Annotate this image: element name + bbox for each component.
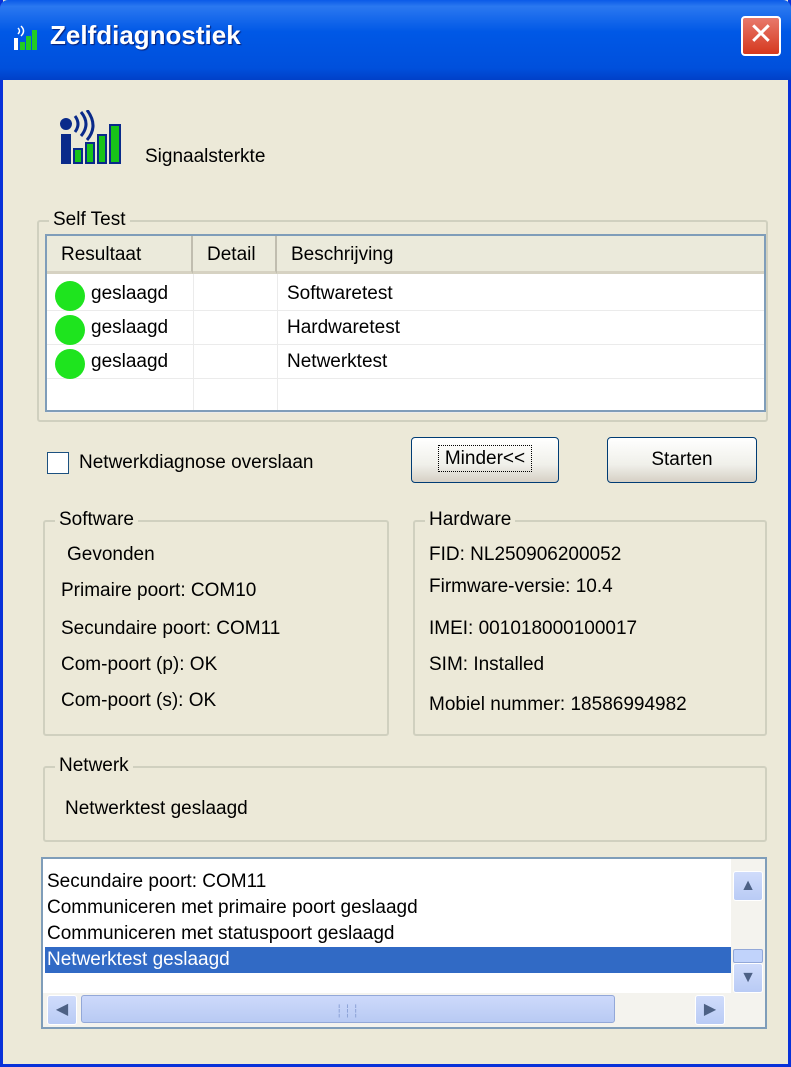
network-legend: Netwerk xyxy=(55,755,133,777)
com-port-primary-status: Com-poort (p): OK xyxy=(61,654,218,675)
network-status: Netwerktest geslaagd xyxy=(65,798,248,819)
log-line[interactable]: Communiceren met primaire poort geslaagd xyxy=(47,895,418,921)
close-button[interactable]: ✕ xyxy=(741,16,781,56)
log-listbox[interactable]: Secundaire poort: COM11 Communiceren met… xyxy=(41,857,767,1029)
secondary-port: Secundaire poort: COM11 xyxy=(61,618,281,639)
log-line-selected[interactable]: Netwerktest geslaagd xyxy=(45,947,731,973)
pass-status-icon xyxy=(55,349,85,379)
skip-network-checkbox[interactable] xyxy=(47,452,69,474)
imei-value: IMEI: 001018000100017 xyxy=(429,618,638,639)
table-row[interactable]: geslaagd Netwerktest xyxy=(47,345,764,379)
software-status: Gevonden xyxy=(67,544,155,565)
com-port-secondary-status: Com-poort (s): OK xyxy=(61,690,217,711)
self-test-legend: Self Test xyxy=(49,209,130,231)
hardware-legend: Hardware xyxy=(425,509,516,531)
signal-label: Signaalsterkte xyxy=(145,146,266,167)
column-header-description[interactable]: Beschrijving xyxy=(277,236,764,274)
firmware-version: Firmware-versie: 10.4 xyxy=(429,576,613,597)
result-cell: geslaagd xyxy=(91,283,169,304)
primary-port: Primaire poort: COM10 xyxy=(61,580,257,601)
grip-icon: ┆┆┆ xyxy=(335,1004,361,1018)
self-test-table[interactable]: Resultaat Detail Beschrijving geslaagd S… xyxy=(45,234,766,413)
diagnostics-window: Zelfdiagnostiek ✕ Signaalsterkte Self Te… xyxy=(0,0,791,1067)
vertical-scroll-thumb[interactable] xyxy=(733,949,763,963)
description-cell: Netwerktest xyxy=(287,351,388,372)
sim-status: SIM: Installed xyxy=(429,654,545,675)
table-row[interactable]: geslaagd Hardwaretest xyxy=(47,311,764,345)
column-header-result[interactable]: Resultaat xyxy=(47,236,193,274)
scroll-left-icon[interactable]: ◀ xyxy=(47,995,77,1025)
less-button[interactable]: Minder<< xyxy=(411,437,559,483)
start-button[interactable]: Starten xyxy=(607,437,757,483)
vertical-scrollbar[interactable]: ▲ ▼ xyxy=(731,859,765,995)
less-button-label: Minder<< xyxy=(437,445,533,472)
scroll-right-icon[interactable]: ▶ xyxy=(695,995,725,1025)
result-cell: geslaagd xyxy=(91,317,169,338)
description-cell: Hardwaretest xyxy=(287,317,400,338)
horizontal-scrollbar[interactable]: ◀ ┆┆┆ ▶ xyxy=(43,993,765,1027)
description-cell: Softwaretest xyxy=(287,283,393,304)
signal-strength-icon xyxy=(60,110,121,164)
table-row xyxy=(47,379,764,413)
pass-status-icon xyxy=(55,315,85,345)
signal-strength-icon xyxy=(14,25,37,50)
skip-network-label[interactable]: Netwerkdiagnose overslaan xyxy=(79,452,313,474)
mobile-number: Mobiel nummer: 18586994982 xyxy=(429,694,687,715)
scroll-up-icon[interactable]: ▲ xyxy=(733,871,763,901)
window-title: Zelfdiagnostiek xyxy=(50,20,241,50)
log-line[interactable]: Communiceren met statuspoort geslaagd xyxy=(47,921,394,947)
log-line[interactable]: Secundaire poort: COM11 xyxy=(47,869,266,895)
table-row[interactable]: geslaagd Softwaretest xyxy=(47,277,764,311)
result-cell: geslaagd xyxy=(91,351,169,372)
scroll-down-icon[interactable]: ▼ xyxy=(733,963,763,993)
horizontal-scroll-thumb[interactable]: ┆┆┆ xyxy=(81,995,615,1023)
pass-status-icon xyxy=(55,281,85,311)
fid-value: FID: NL250906200052 xyxy=(429,544,622,565)
column-header-detail[interactable]: Detail xyxy=(193,236,277,274)
title-bar[interactable]: Zelfdiagnostiek ✕ xyxy=(0,0,791,80)
software-legend: Software xyxy=(55,509,138,531)
